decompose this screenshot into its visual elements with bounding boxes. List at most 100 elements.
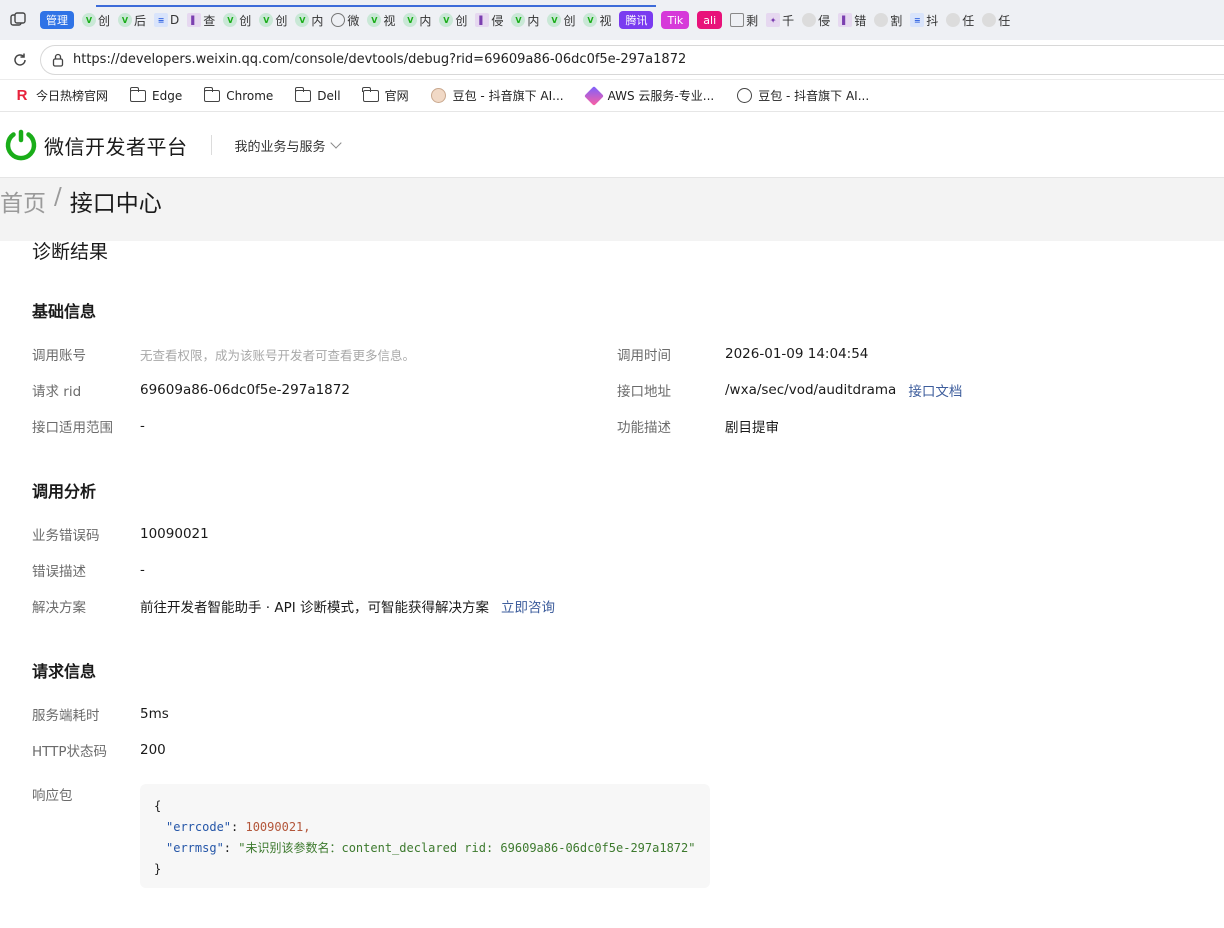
avatar-icon	[431, 88, 447, 103]
consult-now-link[interactable]: 立即咨询	[501, 596, 555, 616]
tab[interactable]: 侵	[798, 6, 834, 34]
tab[interactable]: V后	[114, 6, 150, 34]
tab-label: 内	[527, 13, 540, 28]
tab-label: 任	[962, 13, 975, 28]
avatar-icon	[802, 13, 817, 27]
response-row: 响应包	[32, 784, 140, 804]
code-line-errmsg: "errmsg": "未识别该参数名：content_declared rid:…	[154, 838, 696, 859]
tab[interactable]: 剩	[726, 6, 762, 34]
tab[interactable]: V内	[507, 6, 543, 34]
address-bar[interactable]: https://developers.weixin.qq.com/console…	[40, 44, 1224, 75]
tab-ali[interactable]: ali	[693, 6, 726, 34]
page-title: 诊断结果	[32, 241, 109, 263]
wechat-v-icon: V	[583, 13, 598, 27]
field-label: 调用时间	[617, 348, 671, 364]
breadcrumb-separator: /	[54, 184, 62, 210]
book-icon: ▌	[187, 13, 202, 27]
tab[interactable]: ▌ 错	[834, 6, 870, 34]
tab-tencent[interactable]: 腾讯	[615, 6, 657, 34]
bookmark-label: AWS 云服务-专业...	[607, 89, 715, 103]
folder-icon	[203, 86, 221, 102]
bookmark-folder-edge[interactable]: Edge	[129, 86, 182, 104]
tab[interactable]: V创	[255, 6, 291, 34]
tab[interactable]: ≡ D	[150, 6, 183, 34]
api-doc-link[interactable]: 接口文档	[908, 380, 962, 400]
tab-label: Tik	[661, 11, 690, 29]
tab[interactable]: V视	[579, 6, 615, 34]
site-info-icon[interactable]	[51, 53, 65, 67]
services-menu-label: 我的业务与服务	[234, 139, 326, 155]
field-label: 解决方案	[32, 600, 86, 616]
tab-label: 查	[203, 13, 216, 28]
tab[interactable]: 任	[942, 6, 978, 34]
circle-icon	[982, 13, 997, 27]
bookmark-folder-chrome[interactable]: Chrome	[203, 86, 273, 104]
book-icon: ▌	[838, 13, 853, 27]
field-label: 调用账号	[32, 348, 86, 364]
doc-icon: ≡	[154, 13, 169, 27]
json-colon: :	[231, 820, 246, 834]
tab[interactable]: V创	[219, 6, 255, 34]
wechat-v-icon: V	[403, 13, 418, 27]
field-value: 2026-01-09 14:04:54	[725, 346, 869, 362]
tab-label: 视	[383, 13, 396, 28]
tab[interactable]: V创	[435, 6, 471, 34]
wechat-v-icon: V	[259, 13, 274, 27]
tab[interactable]: ▌ 侵	[471, 6, 507, 34]
breadcrumb-home[interactable]: 首页	[0, 184, 46, 218]
tab[interactable]: V内	[291, 6, 327, 34]
bookmark-doubao-2[interactable]: 豆包 - 抖音旗下 AI...	[736, 87, 869, 104]
tab[interactable]: 微	[327, 6, 363, 34]
tab-tik[interactable]: Tik	[657, 6, 693, 34]
wechat-v-icon: V	[295, 13, 310, 27]
star-icon: ✦	[766, 13, 781, 27]
bookmark-folder-dell[interactable]: Dell	[294, 86, 341, 104]
tab[interactable]: V创	[543, 6, 579, 34]
folder-icon	[129, 86, 147, 102]
reload-icon[interactable]	[0, 40, 40, 80]
tab-label: 创	[455, 13, 468, 28]
tab[interactable]: 任	[978, 6, 1014, 34]
tab[interactable]: ✦ 千	[762, 6, 798, 34]
field-value: 69609a86-06dc0f5e-297a1872	[140, 382, 350, 398]
workspaces-icon[interactable]	[0, 0, 36, 40]
site-logo[interactable]: 微信开发者平台	[4, 128, 188, 162]
field-label: HTTP状态码	[32, 744, 108, 760]
tab-label: 侵	[818, 13, 831, 28]
tab[interactable]: V创	[78, 6, 114, 34]
tab[interactable]: ▌ 查	[183, 6, 219, 34]
field-label: 接口适用范围	[32, 420, 113, 436]
site-title: 微信开发者平台	[44, 134, 188, 159]
wechat-v-icon: V	[511, 13, 526, 27]
bookmark-label: 豆包 - 抖音旗下 AI...	[758, 89, 870, 103]
tab-label: 千	[782, 13, 795, 28]
tab[interactable]: ≡ 抖	[906, 6, 942, 34]
book-icon: ▌	[475, 13, 490, 27]
browser-tab-strip: 管理 V创 V后 ≡ D ▌ 查 V创 V创 V内 微 V视 V内 V创 ▌ 侵 V内…	[0, 0, 1224, 40]
tab[interactable]: V视	[363, 6, 399, 34]
bookmark-doubao[interactable]: 豆包 - 抖音旗下 AI...	[431, 87, 564, 104]
tab-manage[interactable]: 管理	[36, 6, 78, 34]
bookmark-folder-official[interactable]: 官网	[362, 86, 409, 104]
field-value: 200	[140, 742, 166, 758]
tab-label: 创	[239, 13, 252, 28]
bookmark-aws[interactable]: AWS 云服务-专业...	[583, 85, 715, 106]
field-value: 剧目提审	[725, 420, 779, 436]
desc-row: 功能描述 剧目提审	[617, 416, 779, 436]
json-string: "未识别该参数名：content_declared rid: 69609a86-…	[238, 841, 696, 855]
wechat-v-icon: V	[118, 13, 133, 27]
folder-icon	[294, 86, 312, 102]
field-value: -	[140, 562, 145, 578]
tab-label: ali	[697, 11, 723, 29]
tab[interactable]: V内	[399, 6, 435, 34]
frame-icon	[730, 13, 745, 27]
folder-icon	[362, 86, 379, 102]
services-menu[interactable]: 我的业务与服务	[234, 136, 342, 155]
tab-label: 侵	[491, 13, 504, 28]
bookmark-label: 豆包 - 抖音旗下 AI...	[452, 89, 564, 103]
header-divider	[210, 135, 212, 155]
bookmark-jinri[interactable]: R 今日热榜官网	[14, 87, 108, 104]
solution-row: 解决方案 前往开发者智能助手 · API 诊断模式，可智能获得解决方案 立即咨询	[32, 596, 555, 616]
bookmarks-bar: R 今日热榜官网 Edge Chrome Dell 官网 豆包 - 抖音旗下 AI…	[0, 80, 1224, 112]
tab[interactable]: 割	[870, 6, 906, 34]
